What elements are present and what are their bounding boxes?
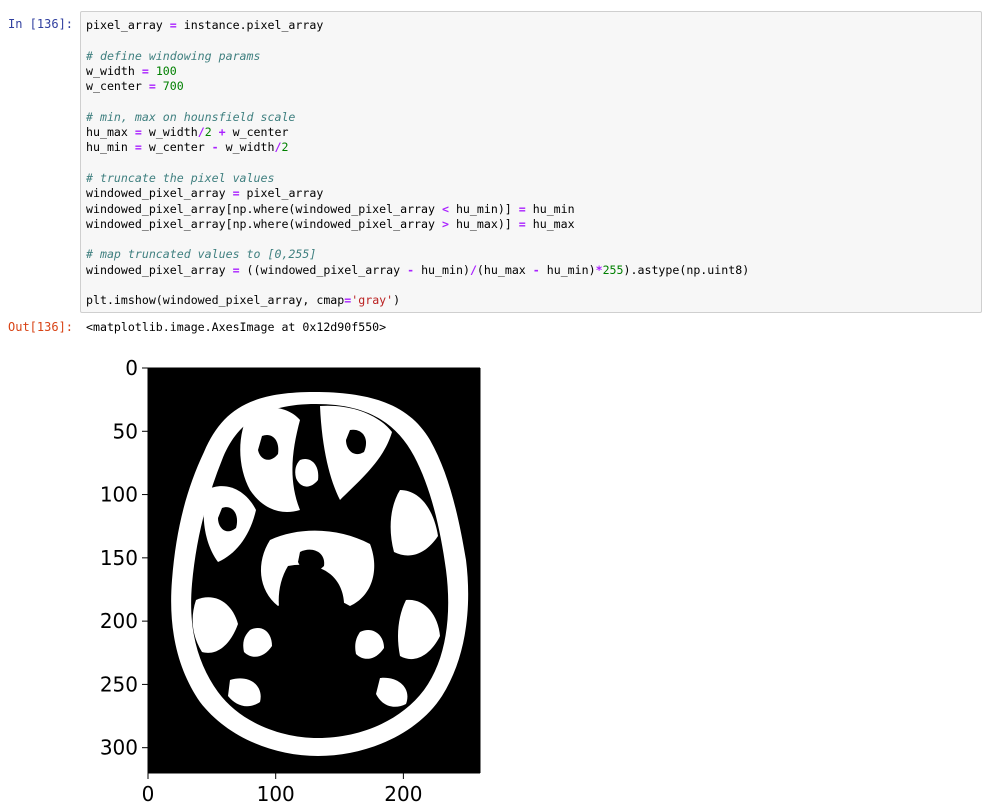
y-tick-label: 100 bbox=[100, 483, 138, 507]
code-token: - bbox=[211, 140, 219, 155]
y-tick-label: 150 bbox=[100, 546, 138, 570]
code-block[interactable]: pixel_array = instance.pixel_array # defi… bbox=[81, 12, 981, 309]
code-token: 100 bbox=[155, 63, 177, 78]
code-line: # define windowing params bbox=[86, 49, 981, 64]
y-tick-label: 300 bbox=[100, 736, 138, 760]
code-token: = bbox=[232, 262, 240, 277]
code-token: hu_min) bbox=[539, 262, 596, 277]
code-line: w_center = 700 bbox=[86, 79, 981, 94]
code-token: = bbox=[148, 79, 156, 94]
code-token: = bbox=[232, 186, 240, 201]
code-token: / bbox=[197, 125, 205, 140]
code-line: plt.imshow(windowed_pixel_array, cmap='g… bbox=[86, 293, 981, 308]
code-line: windowed_pixel_array = ((windowed_pixel_… bbox=[86, 263, 981, 278]
code-token: hu_max)] bbox=[448, 216, 519, 231]
code-token: plt.imshow(windowed_pixel_array, cmap bbox=[86, 293, 345, 308]
code-token: w_center bbox=[225, 125, 289, 140]
code-token: 'gray' bbox=[351, 293, 394, 308]
code-token: # min, max on hounsfield scale bbox=[86, 109, 296, 124]
output-text: <matplotlib.image.AxesImage at 0x12d90f5… bbox=[86, 320, 387, 334]
x-tick-label: 200 bbox=[384, 782, 422, 806]
y-tick-label: 250 bbox=[100, 672, 138, 696]
in-prompt: In [136]: bbox=[8, 17, 74, 31]
code-token: instance.pixel_array bbox=[176, 18, 324, 32]
code-token: + bbox=[218, 125, 226, 140]
code-token: 2 bbox=[204, 125, 212, 140]
code-token: # truncate the pixel values bbox=[86, 170, 275, 185]
code-line: # min, max on hounsfield scale bbox=[86, 110, 981, 125]
code-token: = bbox=[518, 216, 526, 231]
code-line: hu_max = w_width/2 + w_center bbox=[86, 125, 981, 140]
code-token: (hu_max bbox=[476, 262, 533, 277]
code-token: windowed_pixel_array[np.where(windowed_p… bbox=[86, 216, 442, 231]
code-token: hu_min bbox=[86, 140, 135, 155]
code-token: pixel_array bbox=[86, 18, 170, 32]
code-token: hu_max bbox=[86, 125, 135, 140]
code-token: hu_min)] bbox=[448, 201, 519, 216]
y-tick-label: 200 bbox=[100, 609, 138, 633]
code-token: w_width bbox=[141, 125, 198, 140]
code-line: w_width = 100 bbox=[86, 64, 981, 79]
y-tick-label: 50 bbox=[113, 419, 138, 443]
imshow-plot: 0 50 100 150 200 250 300 0 100 200 bbox=[100, 356, 481, 806]
code-token: hu_min) bbox=[414, 262, 470, 277]
x-tick-label: 0 bbox=[142, 782, 155, 806]
code-token: windowed_pixel_array bbox=[86, 262, 233, 277]
code-token: hu_min bbox=[525, 201, 575, 216]
x-axis-ticks: 0 100 200 bbox=[142, 773, 422, 806]
code-token: ((windowed_pixel_array bbox=[239, 262, 408, 277]
code-token: > bbox=[441, 216, 449, 231]
code-line: windowed_pixel_array[np.where(windowed_p… bbox=[86, 202, 981, 217]
code-token: pixel_array bbox=[239, 186, 324, 201]
code-token: # map truncated values to [0,255] bbox=[86, 247, 317, 262]
code-token: w_width bbox=[86, 63, 142, 78]
code-token: = bbox=[134, 125, 142, 140]
code-token: 255 bbox=[602, 262, 624, 277]
code-token: = bbox=[141, 63, 149, 78]
code-line: pixel_array = instance.pixel_array bbox=[86, 18, 981, 33]
code-cell-editor[interactable]: pixel_array = instance.pixel_array # defi… bbox=[80, 11, 982, 313]
code-token: windowed_pixel_array bbox=[86, 186, 233, 201]
code-line: # map truncated values to [0,255] bbox=[86, 247, 981, 262]
y-axis-ticks: 0 50 100 150 200 250 300 bbox=[100, 356, 148, 760]
code-line: windowed_pixel_array[np.where(windowed_p… bbox=[86, 217, 981, 232]
code-token: ) bbox=[393, 293, 401, 308]
code-token: # define windowing params bbox=[86, 48, 261, 63]
code-token: = bbox=[518, 201, 526, 216]
code-token: w_center bbox=[141, 140, 212, 155]
code-token: ).astype(np.uint8) bbox=[623, 262, 750, 277]
code-line: # truncate the pixel values bbox=[86, 171, 981, 186]
y-tick-label: 0 bbox=[125, 356, 138, 380]
code-token: * bbox=[595, 262, 603, 277]
ct-image bbox=[148, 368, 480, 773]
code-token: = bbox=[134, 140, 142, 155]
code-token: hu_max bbox=[525, 216, 575, 231]
code-token: = bbox=[169, 18, 177, 32]
code-token: windowed_pixel_array[np.where(windowed_p… bbox=[86, 201, 442, 216]
code-token: w_width bbox=[218, 140, 275, 155]
x-tick-label: 100 bbox=[257, 782, 295, 806]
code-token: / bbox=[469, 262, 477, 277]
out-prompt: Out[136]: bbox=[8, 320, 74, 334]
code-token: < bbox=[441, 201, 449, 216]
code-token: 700 bbox=[162, 79, 184, 94]
code-line: hu_min = w_center - w_width/2 bbox=[86, 140, 981, 155]
code-line: windowed_pixel_array = pixel_array bbox=[86, 186, 981, 201]
code-token: 2 bbox=[281, 140, 289, 155]
plot-figure: 0 50 100 150 200 250 300 0 100 200 bbox=[0, 340, 500, 812]
code-token: - bbox=[532, 262, 540, 277]
code-token: w_center bbox=[86, 79, 149, 94]
